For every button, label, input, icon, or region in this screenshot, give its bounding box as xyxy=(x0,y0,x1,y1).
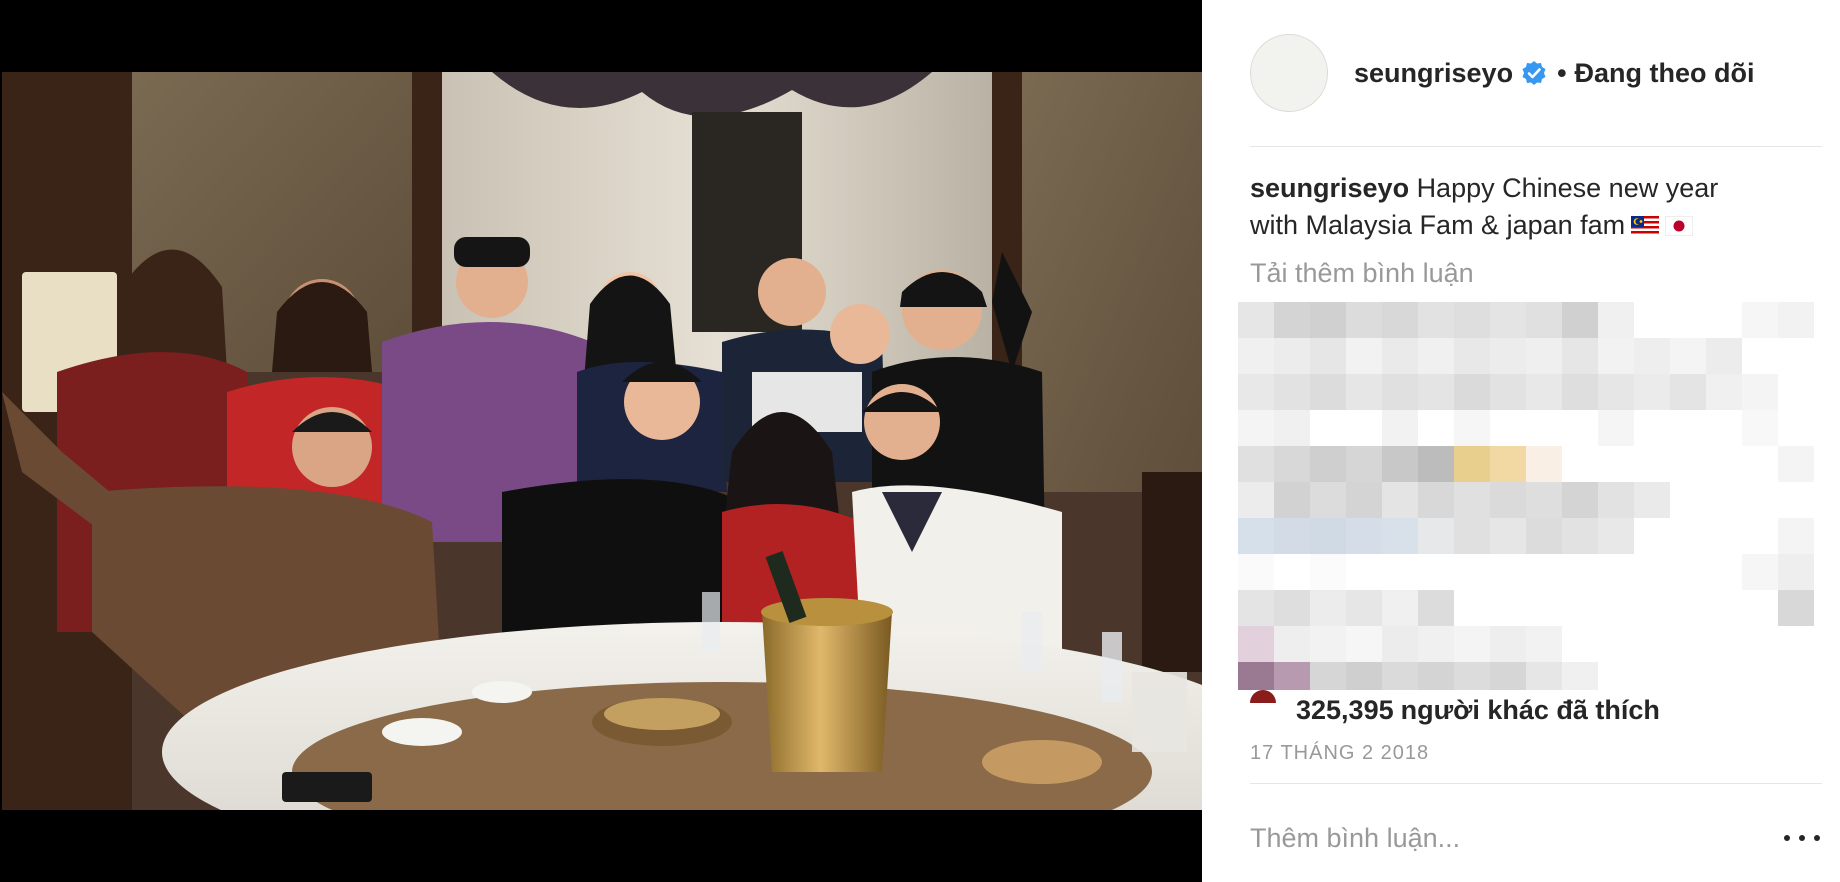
avatar[interactable] xyxy=(1250,34,1328,112)
pixelated-comments-mosaic xyxy=(1238,302,1818,690)
japan-flag-icon xyxy=(1665,216,1694,236)
load-more-comments-link[interactable]: Tải thêm bình luận xyxy=(1250,258,1474,289)
post-caption: seungriseyo Happy Chinese new year with … xyxy=(1250,170,1770,244)
more-dot xyxy=(1799,835,1805,841)
separator-dot: • xyxy=(1557,57,1567,88)
group-photo-illustration xyxy=(2,72,1202,810)
likes-label[interactable]: người khác đã thích xyxy=(1401,695,1660,726)
pixelated-comments xyxy=(1238,302,1818,690)
likes-row: 325,395 người khác đã thích xyxy=(1250,690,1660,730)
username-link[interactable]: seungriseyo xyxy=(1354,58,1513,89)
caption-username-link[interactable]: seungriseyo xyxy=(1250,173,1417,203)
more-dot xyxy=(1814,835,1820,841)
comment-input[interactable] xyxy=(1250,818,1730,858)
likes-count[interactable]: 325,395 xyxy=(1296,695,1394,726)
footer-divider xyxy=(1250,783,1822,784)
post-header: seungriseyo • Đang theo dõi xyxy=(1250,28,1822,118)
liker-avatar[interactable] xyxy=(1250,690,1276,703)
post-sidebar: seungriseyo • Đang theo dõi seungriseyo … xyxy=(1202,0,1840,882)
verified-badge-icon xyxy=(1521,60,1547,86)
header-divider xyxy=(1250,146,1822,147)
more-dot xyxy=(1784,835,1790,841)
post-photo[interactable] xyxy=(2,72,1202,810)
post-date[interactable]: 17 THÁNG 2 2018 xyxy=(1250,742,1429,765)
photo-panel xyxy=(0,0,1202,882)
following-button[interactable]: Đang theo dõi xyxy=(1575,58,1755,89)
malaysia-flag-icon xyxy=(1631,216,1660,236)
more-options-icon[interactable] xyxy=(1784,826,1820,850)
